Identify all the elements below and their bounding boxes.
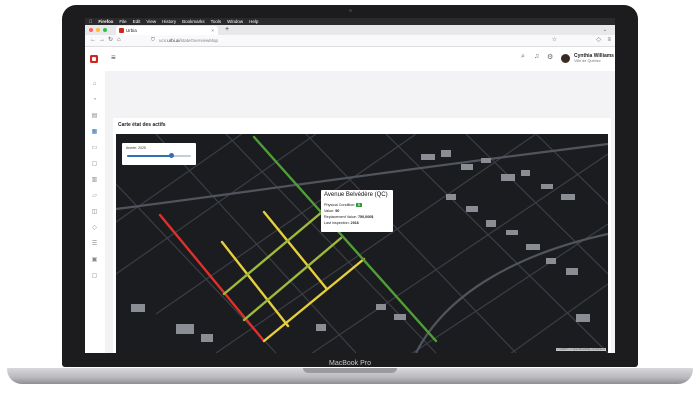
apple-icon[interactable]: : [89, 19, 92, 24]
user-organization: Ville de Québec: [574, 59, 601, 63]
condition-label: Physical Condition:: [324, 203, 356, 207]
sidebar-calendar-icon[interactable]: ▭: [91, 145, 98, 152]
asset-popup: Avenue Belvédère (QC) Physical Condition…: [321, 190, 393, 232]
popup-inspection: Last inspection: 2016: [324, 221, 359, 225]
avatar[interactable]: [561, 54, 570, 63]
menu-file[interactable]: File: [119, 19, 126, 24]
menubar-app[interactable]: Firefox: [98, 19, 113, 24]
reload-icon[interactable]: ↻: [108, 35, 113, 46]
menu-view[interactable]: View: [146, 19, 156, 24]
new-tab-icon[interactable]: +: [225, 25, 229, 35]
sidebar-home-icon[interactable]: ⌂: [91, 81, 98, 88]
app-header: ≡ ⌕ ♫ ⚙ Cynthia Williams Ville de Québec: [85, 47, 615, 72]
bookmark-star-icon[interactable]: ☆: [552, 35, 557, 46]
sidebar-folder-icon[interactable]: ▱: [91, 193, 98, 200]
menu-history[interactable]: History: [162, 19, 176, 24]
year-slider-fill: [127, 155, 172, 157]
map-canvas[interactable]: [116, 134, 608, 353]
url-field[interactable]: ucs.urbi.ai/stateOverviewMap: [159, 37, 519, 44]
popup-replacement: Replacement Value: 750,000$: [324, 215, 373, 219]
inspection-value: 2016: [350, 221, 359, 225]
favicon-icon: [119, 28, 124, 33]
segment-red[interactable]: [158, 213, 266, 343]
popup-title: Avenue Belvédère (QC): [324, 192, 388, 198]
inspection-label: Last inspection:: [324, 221, 350, 225]
sidebar-list-icon[interactable]: ☰: [91, 241, 98, 248]
sidebar-budget-icon[interactable]: ▣: [91, 257, 98, 264]
device-model-label: MacBook Pro: [328, 360, 372, 367]
year-slider-track[interactable]: [127, 153, 191, 158]
home-icon[interactable]: ⌂: [117, 35, 121, 46]
tab-list-icon[interactable]: ⌄: [603, 25, 607, 35]
url-domain: urbi.ai: [167, 38, 180, 43]
sidebar-comment-icon[interactable]: ◫: [91, 209, 98, 216]
notification-bell-icon[interactable]: ♫: [534, 53, 539, 60]
menu-tools[interactable]: Tools: [211, 19, 222, 24]
hamburger-menu-icon[interactable]: ≡: [111, 53, 116, 62]
browser-toolbar: ← → ↻ ⌂ ⛉ ucs.urbi.ai/stateOverviewMap ☆…: [85, 35, 615, 47]
buildings: [131, 150, 590, 342]
main-content: Carte état des actifs Année: 2025 Avenue…: [105, 71, 615, 353]
menu-edit[interactable]: Edit: [133, 19, 141, 24]
laptop-notch: [303, 368, 397, 373]
sidebar-assets-icon[interactable]: ▦: [91, 129, 98, 136]
close-window-button[interactable]: [89, 28, 93, 32]
back-icon[interactable]: ←: [90, 35, 96, 46]
tab-title: Urbia: [126, 28, 137, 33]
sidebar-chat-icon[interactable]: ▢: [91, 161, 98, 168]
minimize-window-button[interactable]: [96, 28, 100, 32]
value-label: Value:: [324, 209, 335, 213]
asset-map[interactable]: Année: 2025 Avenue Belvédère (QC) Physic…: [116, 134, 608, 353]
menu-window[interactable]: Window: [227, 19, 243, 24]
sidebar: ⌂ ◔ ▤ ▦ ▭ ▢ ▥ ▱ ◫ ◇ ☰ ▣ ▢: [85, 71, 106, 353]
browser-tab[interactable]: Urbia ×: [116, 26, 218, 35]
condition-badge: B: [356, 203, 362, 207]
sidebar-document-icon[interactable]: ▤: [91, 113, 98, 120]
webcam: [349, 9, 352, 12]
mac-menubar:  Firefox File Edit View History Bookmar…: [85, 18, 615, 25]
search-icon[interactable]: ⌕: [521, 53, 525, 61]
shield-icon[interactable]: ⛉: [151, 35, 155, 46]
map-attribution[interactable]: © CARTO, © OpenStreetMap contributors: [555, 348, 606, 351]
year-label: Année: 2025: [126, 146, 146, 150]
segment-olive-2[interactable]: [242, 236, 343, 322]
menu-bookmarks[interactable]: Bookmarks: [182, 19, 205, 24]
close-tab-icon[interactable]: ×: [211, 26, 214, 35]
street-grid: [116, 134, 608, 353]
value-text: 90: [335, 209, 340, 213]
url-path: /stateOverviewMap: [179, 38, 219, 43]
zoom-window-button[interactable]: [103, 28, 107, 32]
popup-condition: Physical Condition: B: [324, 203, 362, 207]
map-card: Carte état des actifs Année: 2025 Avenue…: [113, 118, 611, 353]
screen:  Firefox File Edit View History Bookmar…: [85, 18, 615, 353]
card-title: Carte état des actifs: [118, 122, 166, 128]
sidebar-layers-icon[interactable]: ◇: [91, 225, 98, 232]
popup-value: Value: 90: [324, 209, 339, 213]
sidebar-dashboard-icon[interactable]: ◔: [91, 97, 98, 104]
year-filter: Année: 2025: [122, 143, 196, 165]
extensions-icon[interactable]: ◇: [596, 35, 601, 46]
menu-icon[interactable]: ≡: [607, 35, 611, 46]
segment-yellow-1[interactable]: [220, 240, 290, 328]
urbia-logo[interactable]: [90, 55, 98, 63]
settings-gear-icon[interactable]: ⚙: [547, 53, 553, 61]
segment-green[interactable]: [252, 135, 438, 343]
year-slider-thumb[interactable]: [169, 153, 175, 158]
sidebar-report-icon[interactable]: ▥: [91, 177, 98, 184]
sidebar-feedback-icon[interactable]: ▢: [91, 273, 98, 280]
replacement-label: Replacement Value:: [324, 215, 357, 219]
browser-tabbar: Urbia × + ⌄: [85, 25, 615, 35]
replacement-value: 750,000$: [357, 215, 374, 219]
window-controls: [89, 28, 107, 32]
menu-help[interactable]: Help: [249, 19, 258, 24]
forward-icon[interactable]: →: [99, 35, 105, 46]
